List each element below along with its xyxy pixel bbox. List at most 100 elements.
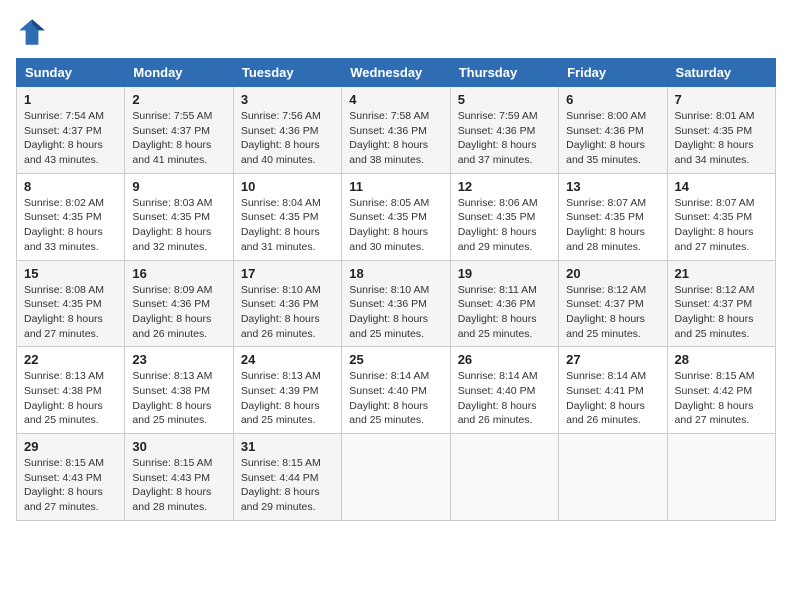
day-number: 15 [24, 266, 117, 281]
day-detail: Sunrise: 8:06 AMSunset: 4:35 PMDaylight:… [458, 197, 538, 253]
day-cell: 21 Sunrise: 8:12 AMSunset: 4:37 PMDaylig… [667, 260, 775, 347]
day-detail: Sunrise: 7:58 AMSunset: 4:36 PMDaylight:… [349, 110, 429, 166]
day-cell: 27 Sunrise: 8:14 AMSunset: 4:41 PMDaylig… [559, 347, 667, 434]
day-detail: Sunrise: 8:08 AMSunset: 4:35 PMDaylight:… [24, 284, 104, 340]
day-cell: 5 Sunrise: 7:59 AMSunset: 4:36 PMDayligh… [450, 87, 558, 174]
day-cell: 22 Sunrise: 8:13 AMSunset: 4:38 PMDaylig… [17, 347, 125, 434]
day-cell [667, 434, 775, 521]
day-detail: Sunrise: 8:15 AMSunset: 4:43 PMDaylight:… [24, 457, 104, 513]
day-number: 3 [241, 92, 334, 107]
day-number: 4 [349, 92, 442, 107]
day-detail: Sunrise: 8:03 AMSunset: 4:35 PMDaylight:… [132, 197, 212, 253]
day-number: 16 [132, 266, 225, 281]
day-detail: Sunrise: 8:02 AMSunset: 4:35 PMDaylight:… [24, 197, 104, 253]
week-row-5: 29 Sunrise: 8:15 AMSunset: 4:43 PMDaylig… [17, 434, 776, 521]
day-detail: Sunrise: 8:12 AMSunset: 4:37 PMDaylight:… [675, 284, 755, 340]
day-detail: Sunrise: 8:07 AMSunset: 4:35 PMDaylight:… [675, 197, 755, 253]
day-cell: 15 Sunrise: 8:08 AMSunset: 4:35 PMDaylig… [17, 260, 125, 347]
day-cell: 12 Sunrise: 8:06 AMSunset: 4:35 PMDaylig… [450, 173, 558, 260]
week-row-1: 1 Sunrise: 7:54 AMSunset: 4:37 PMDayligh… [17, 87, 776, 174]
day-number: 13 [566, 179, 659, 194]
day-number: 1 [24, 92, 117, 107]
day-detail: Sunrise: 8:14 AMSunset: 4:41 PMDaylight:… [566, 370, 646, 426]
day-number: 17 [241, 266, 334, 281]
day-cell: 16 Sunrise: 8:09 AMSunset: 4:36 PMDaylig… [125, 260, 233, 347]
day-cell: 18 Sunrise: 8:10 AMSunset: 4:36 PMDaylig… [342, 260, 450, 347]
day-cell: 4 Sunrise: 7:58 AMSunset: 4:36 PMDayligh… [342, 87, 450, 174]
day-cell: 2 Sunrise: 7:55 AMSunset: 4:37 PMDayligh… [125, 87, 233, 174]
day-detail: Sunrise: 8:13 AMSunset: 4:38 PMDaylight:… [132, 370, 212, 426]
day-number: 14 [675, 179, 768, 194]
day-detail: Sunrise: 8:01 AMSunset: 4:35 PMDaylight:… [675, 110, 755, 166]
day-detail: Sunrise: 8:10 AMSunset: 4:36 PMDaylight:… [241, 284, 321, 340]
day-cell: 13 Sunrise: 8:07 AMSunset: 4:35 PMDaylig… [559, 173, 667, 260]
day-cell: 14 Sunrise: 8:07 AMSunset: 4:35 PMDaylig… [667, 173, 775, 260]
header-row: SundayMondayTuesdayWednesdayThursdayFrid… [17, 59, 776, 87]
day-number: 10 [241, 179, 334, 194]
day-detail: Sunrise: 8:00 AMSunset: 4:36 PMDaylight:… [566, 110, 646, 166]
day-number: 24 [241, 352, 334, 367]
day-detail: Sunrise: 7:54 AMSunset: 4:37 PMDaylight:… [24, 110, 104, 166]
day-cell [450, 434, 558, 521]
day-detail: Sunrise: 8:12 AMSunset: 4:37 PMDaylight:… [566, 284, 646, 340]
day-detail: Sunrise: 7:56 AMSunset: 4:36 PMDaylight:… [241, 110, 321, 166]
day-detail: Sunrise: 8:13 AMSunset: 4:38 PMDaylight:… [24, 370, 104, 426]
day-cell: 17 Sunrise: 8:10 AMSunset: 4:36 PMDaylig… [233, 260, 341, 347]
day-cell: 19 Sunrise: 8:11 AMSunset: 4:36 PMDaylig… [450, 260, 558, 347]
day-number: 30 [132, 439, 225, 454]
day-number: 31 [241, 439, 334, 454]
day-number: 11 [349, 179, 442, 194]
logo [16, 16, 52, 48]
day-cell: 29 Sunrise: 8:15 AMSunset: 4:43 PMDaylig… [17, 434, 125, 521]
week-row-4: 22 Sunrise: 8:13 AMSunset: 4:38 PMDaylig… [17, 347, 776, 434]
day-cell: 23 Sunrise: 8:13 AMSunset: 4:38 PMDaylig… [125, 347, 233, 434]
day-detail: Sunrise: 8:13 AMSunset: 4:39 PMDaylight:… [241, 370, 321, 426]
day-cell: 10 Sunrise: 8:04 AMSunset: 4:35 PMDaylig… [233, 173, 341, 260]
day-cell: 1 Sunrise: 7:54 AMSunset: 4:37 PMDayligh… [17, 87, 125, 174]
day-detail: Sunrise: 8:07 AMSunset: 4:35 PMDaylight:… [566, 197, 646, 253]
day-number: 2 [132, 92, 225, 107]
day-cell: 6 Sunrise: 8:00 AMSunset: 4:36 PMDayligh… [559, 87, 667, 174]
logo-icon [16, 16, 48, 48]
day-number: 7 [675, 92, 768, 107]
day-cell: 26 Sunrise: 8:14 AMSunset: 4:40 PMDaylig… [450, 347, 558, 434]
day-detail: Sunrise: 8:09 AMSunset: 4:36 PMDaylight:… [132, 284, 212, 340]
day-number: 6 [566, 92, 659, 107]
day-number: 9 [132, 179, 225, 194]
day-detail: Sunrise: 7:59 AMSunset: 4:36 PMDaylight:… [458, 110, 538, 166]
day-number: 20 [566, 266, 659, 281]
col-header-wednesday: Wednesday [342, 59, 450, 87]
day-cell [559, 434, 667, 521]
day-detail: Sunrise: 7:55 AMSunset: 4:37 PMDaylight:… [132, 110, 212, 166]
calendar-table: SundayMondayTuesdayWednesdayThursdayFrid… [16, 58, 776, 521]
day-number: 8 [24, 179, 117, 194]
day-number: 29 [24, 439, 117, 454]
day-detail: Sunrise: 8:04 AMSunset: 4:35 PMDaylight:… [241, 197, 321, 253]
col-header-saturday: Saturday [667, 59, 775, 87]
day-number: 27 [566, 352, 659, 367]
day-number: 25 [349, 352, 442, 367]
day-number: 19 [458, 266, 551, 281]
day-cell: 11 Sunrise: 8:05 AMSunset: 4:35 PMDaylig… [342, 173, 450, 260]
day-detail: Sunrise: 8:15 AMSunset: 4:43 PMDaylight:… [132, 457, 212, 513]
col-header-monday: Monday [125, 59, 233, 87]
col-header-thursday: Thursday [450, 59, 558, 87]
day-detail: Sunrise: 8:15 AMSunset: 4:42 PMDaylight:… [675, 370, 755, 426]
week-row-2: 8 Sunrise: 8:02 AMSunset: 4:35 PMDayligh… [17, 173, 776, 260]
day-cell: 20 Sunrise: 8:12 AMSunset: 4:37 PMDaylig… [559, 260, 667, 347]
col-header-friday: Friday [559, 59, 667, 87]
day-number: 5 [458, 92, 551, 107]
page-header [16, 16, 776, 48]
day-number: 26 [458, 352, 551, 367]
day-detail: Sunrise: 8:15 AMSunset: 4:44 PMDaylight:… [241, 457, 321, 513]
day-number: 23 [132, 352, 225, 367]
day-cell: 30 Sunrise: 8:15 AMSunset: 4:43 PMDaylig… [125, 434, 233, 521]
day-cell: 24 Sunrise: 8:13 AMSunset: 4:39 PMDaylig… [233, 347, 341, 434]
day-cell: 3 Sunrise: 7:56 AMSunset: 4:36 PMDayligh… [233, 87, 341, 174]
col-header-sunday: Sunday [17, 59, 125, 87]
day-cell: 28 Sunrise: 8:15 AMSunset: 4:42 PMDaylig… [667, 347, 775, 434]
col-header-tuesday: Tuesday [233, 59, 341, 87]
day-cell: 9 Sunrise: 8:03 AMSunset: 4:35 PMDayligh… [125, 173, 233, 260]
day-detail: Sunrise: 8:14 AMSunset: 4:40 PMDaylight:… [349, 370, 429, 426]
week-row-3: 15 Sunrise: 8:08 AMSunset: 4:35 PMDaylig… [17, 260, 776, 347]
